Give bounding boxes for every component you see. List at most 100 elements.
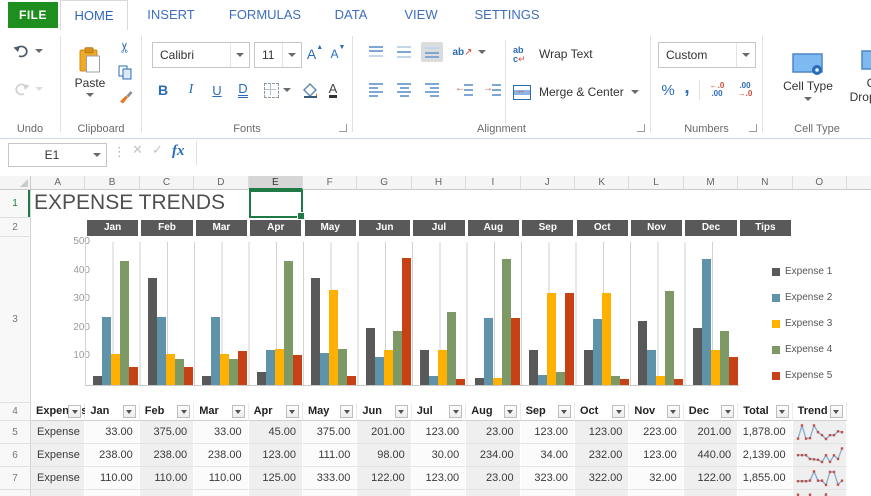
- table-cell[interactable]: [412, 490, 466, 496]
- filter-dropdown-button[interactable]: [123, 405, 136, 418]
- font-size-combobox[interactable]: 11: [254, 42, 302, 68]
- row-header-5[interactable]: 5: [0, 421, 31, 444]
- table-cell[interactable]: [793, 444, 847, 467]
- table-cell[interactable]: [31, 490, 85, 496]
- filter-dropdown-button[interactable]: [286, 405, 299, 418]
- column-header-K[interactable]: K: [575, 176, 629, 190]
- month-chip-mar[interactable]: Mar: [196, 220, 247, 236]
- table-cell[interactable]: 123.00: [249, 444, 303, 467]
- menu-tab-view[interactable]: VIEW: [388, 0, 454, 30]
- table-cell[interactable]: 32.00: [629, 467, 683, 490]
- filter-dropdown-button[interactable]: [721, 405, 734, 418]
- font-color-button[interactable]: A: [324, 80, 342, 100]
- formula-bar-drag-handle[interactable]: ⋮: [113, 144, 126, 160]
- redo-button[interactable]: [8, 78, 48, 100]
- table-cell[interactable]: 375.00: [140, 421, 194, 444]
- filter-dropdown-button[interactable]: [830, 405, 843, 418]
- table-header-May[interactable]: May: [303, 403, 357, 421]
- month-chip-feb[interactable]: Feb: [141, 220, 192, 236]
- table-cell[interactable]: Expense 2: [31, 444, 85, 467]
- number-format-combobox[interactable]: Custom: [658, 42, 756, 68]
- table-cell[interactable]: 322.00: [575, 467, 629, 490]
- cut-button[interactable]: ✂: [115, 38, 135, 56]
- table-cell[interactable]: 98.00: [357, 444, 411, 467]
- table-cell[interactable]: 201.00: [357, 421, 411, 444]
- column-header-N[interactable]: N: [738, 176, 792, 190]
- table-cell[interactable]: [793, 490, 847, 496]
- column-header-E[interactable]: E: [249, 176, 303, 190]
- paste-dropdown-arrow[interactable]: [86, 93, 94, 97]
- column-header-B[interactable]: B: [85, 176, 139, 190]
- fill-color-button[interactable]: [300, 80, 320, 100]
- align-middle-button[interactable]: [393, 42, 415, 62]
- table-cell[interactable]: 123.00: [412, 421, 466, 444]
- number-format-dropdown[interactable]: [736, 43, 755, 67]
- table-cell[interactable]: 23.00: [466, 421, 520, 444]
- table-cell[interactable]: [303, 490, 357, 496]
- table-cell[interactable]: 1,855.00: [738, 467, 792, 490]
- table-cell[interactable]: 375.00: [303, 421, 357, 444]
- table-cell[interactable]: Expense 1: [31, 421, 85, 444]
- column-header-F[interactable]: F: [303, 176, 357, 190]
- selection-fill-handle[interactable]: [297, 212, 305, 220]
- row-header-4[interactable]: 4: [0, 403, 31, 421]
- column-header-P[interactable]: P: [847, 176, 871, 190]
- align-right-button[interactable]: [421, 80, 443, 100]
- table-cell[interactable]: 23.00: [466, 467, 520, 490]
- align-top-button[interactable]: [365, 42, 387, 62]
- table-cell[interactable]: 333.00: [303, 467, 357, 490]
- month-chip-sep[interactable]: Sep: [522, 220, 573, 236]
- increase-decimal-button[interactable]: .00 →.0: [733, 80, 757, 100]
- select-all-corner[interactable]: [0, 176, 31, 190]
- filter-dropdown-button[interactable]: [232, 405, 245, 418]
- month-chip-aug[interactable]: Aug: [468, 220, 519, 236]
- table-cell[interactable]: [629, 490, 683, 496]
- table-header-Mar[interactable]: Mar: [194, 403, 248, 421]
- table-cell[interactable]: [738, 490, 792, 496]
- filter-dropdown-button[interactable]: [177, 405, 190, 418]
- table-cell[interactable]: 110.00: [85, 467, 139, 490]
- decrease-font-size-button[interactable]: A ▼: [328, 42, 348, 66]
- table-cell[interactable]: 110.00: [194, 467, 248, 490]
- table-cell[interactable]: 30.00: [412, 444, 466, 467]
- filter-dropdown-button[interactable]: [504, 405, 517, 418]
- numbers-dialog-launcher-icon[interactable]: [749, 124, 757, 132]
- column-header-G[interactable]: G: [357, 176, 411, 190]
- table-header-Total[interactable]: Total: [738, 403, 792, 421]
- cell-dropdown-button[interactable]: Cell Dropdown: [846, 36, 871, 116]
- table-cell[interactable]: [793, 421, 847, 444]
- table-header-Jul[interactable]: Jul: [412, 403, 466, 421]
- table-cell[interactable]: 45.00: [249, 421, 303, 444]
- column-header-I[interactable]: I: [466, 176, 520, 190]
- filter-dropdown-button[interactable]: [776, 405, 789, 418]
- month-chip-jan[interactable]: Jan: [87, 220, 138, 236]
- table-header-Nov[interactable]: Nov: [629, 403, 683, 421]
- table-cell[interactable]: [85, 490, 139, 496]
- italic-button[interactable]: I: [182, 80, 200, 100]
- table-header-Jun[interactable]: Jun: [357, 403, 411, 421]
- table-header-Oct[interactable]: Oct: [575, 403, 629, 421]
- double-underline-button[interactable]: D: [234, 80, 252, 100]
- row-header-2[interactable]: 2: [0, 218, 31, 237]
- font-name-combobox[interactable]: Calibri: [152, 42, 250, 68]
- column-header-D[interactable]: D: [194, 176, 248, 190]
- table-cell[interactable]: 33.00: [85, 421, 139, 444]
- table-cell[interactable]: 110.00: [140, 467, 194, 490]
- filter-dropdown-button[interactable]: [612, 405, 625, 418]
- filter-dropdown-button[interactable]: [667, 405, 680, 418]
- align-center-button[interactable]: [393, 80, 415, 100]
- table-cell[interactable]: 232.00: [575, 444, 629, 467]
- table-cell[interactable]: 323.00: [521, 467, 575, 490]
- table-cell[interactable]: [575, 490, 629, 496]
- table-cell[interactable]: 223.00: [629, 421, 683, 444]
- column-header-J[interactable]: J: [521, 176, 575, 190]
- table-header-Jan[interactable]: Jan: [85, 403, 139, 421]
- month-chip-tips[interactable]: Tips: [740, 220, 791, 236]
- table-cell[interactable]: [793, 467, 847, 490]
- menu-tab-home[interactable]: HOME: [60, 0, 128, 32]
- alignment-dialog-launcher-icon[interactable]: [637, 124, 645, 132]
- menu-tab-formulas[interactable]: FORMULAS: [216, 0, 314, 30]
- merge-center-dropdown-arrow[interactable]: [631, 90, 639, 94]
- table-cell[interactable]: 440.00: [684, 444, 738, 467]
- month-chip-oct[interactable]: Oct: [577, 220, 628, 236]
